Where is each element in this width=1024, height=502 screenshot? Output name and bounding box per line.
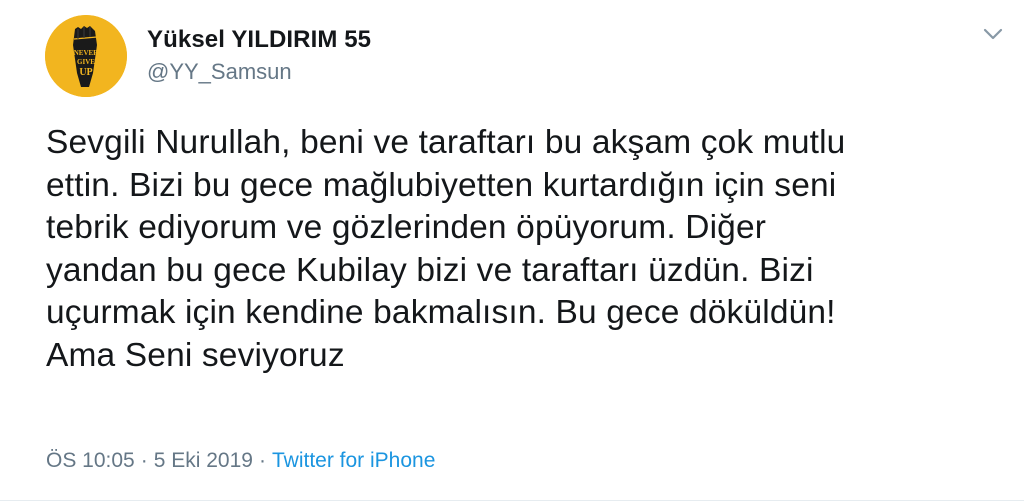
avatar[interactable]: NEVER GIVE UP bbox=[45, 15, 127, 97]
avatar-text-give: GIVE bbox=[77, 58, 95, 66]
fist-logo-icon: NEVER GIVE UP bbox=[45, 15, 127, 97]
meta-separator: · bbox=[258, 449, 266, 472]
tweet-time[interactable]: ÖS 10:05 bbox=[46, 449, 135, 472]
tweet-card: NEVER GIVE UP Yüksel YILDIRIM 55 @YY_Sam… bbox=[0, 0, 1024, 502]
tweet-date[interactable]: 5 Eki 2019 bbox=[154, 449, 253, 472]
chevron-down-icon bbox=[983, 28, 1003, 40]
avatar-text-never: NEVER bbox=[74, 49, 99, 57]
meta-separator: · bbox=[140, 449, 148, 472]
user-handle[interactable]: @YY_Samsun bbox=[147, 59, 292, 85]
tweet-text: Sevgili Nurullah, beni ve taraftarı bu a… bbox=[46, 124, 846, 374]
tweet-meta: ÖS 10:05 · 5 Eki 2019 · Twitter for iPhone bbox=[46, 449, 435, 473]
tweet-source-link[interactable]: Twitter for iPhone bbox=[272, 449, 435, 472]
avatar-text-up: UP bbox=[79, 67, 92, 78]
display-name[interactable]: Yüksel YILDIRIM 55 bbox=[147, 26, 371, 54]
tweet-menu-button[interactable] bbox=[980, 24, 1006, 44]
divider bbox=[0, 500, 1024, 501]
